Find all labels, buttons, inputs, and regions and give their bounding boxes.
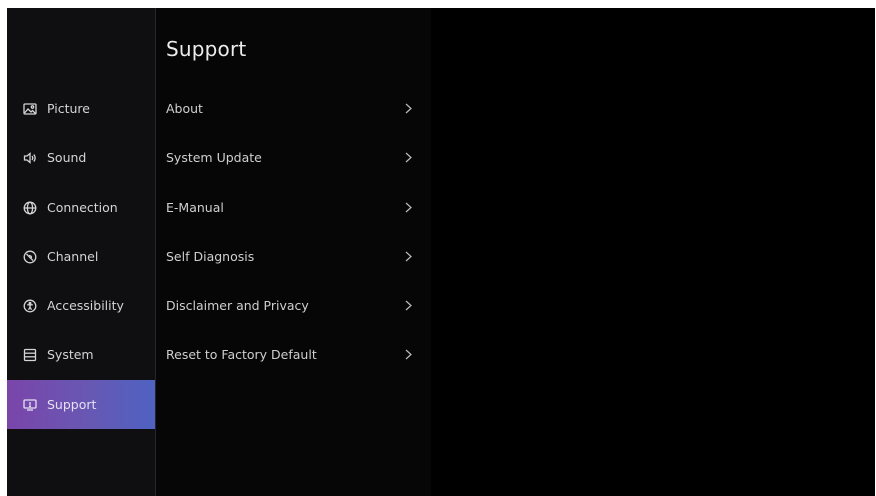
chevron-right-icon (403, 300, 413, 312)
menu-item-reset-factory-default[interactable]: Reset to Factory Default (156, 330, 431, 379)
tv-screen: Picture Sound Connection Channel Accessi… (7, 8, 875, 496)
menu-item-label: E-Manual (166, 200, 224, 215)
menu-item-self-diagnosis[interactable]: Self Diagnosis (156, 232, 431, 281)
globe-icon (23, 201, 37, 215)
accessibility-icon (23, 299, 37, 313)
support-panel: Support About System Update E-Manual Sel… (156, 8, 431, 496)
system-icon (23, 348, 37, 362)
menu-item-system-update[interactable]: System Update (156, 133, 431, 182)
menu-item-label: Disclaimer and Privacy (166, 298, 309, 313)
menu-item-label: Reset to Factory Default (166, 347, 317, 362)
sidebar-item-label: Support (47, 397, 97, 412)
settings-sidebar: Picture Sound Connection Channel Accessi… (7, 8, 156, 496)
sidebar-item-label: Connection (47, 200, 118, 215)
sidebar-item-system[interactable]: System (7, 330, 155, 379)
support-icon (23, 398, 37, 412)
menu-item-about[interactable]: About (156, 84, 431, 133)
sidebar-item-label: System (47, 347, 94, 362)
chevron-right-icon (403, 251, 413, 263)
sidebar-item-label: Picture (47, 101, 90, 116)
menu-item-e-manual[interactable]: E-Manual (156, 183, 431, 232)
sidebar-item-label: Channel (47, 249, 99, 264)
channel-icon (23, 250, 37, 264)
sound-icon (23, 151, 37, 165)
chevron-right-icon (403, 349, 413, 361)
menu-item-label: About (166, 101, 203, 116)
sidebar-item-support[interactable]: Support (7, 380, 155, 429)
picture-icon (23, 102, 37, 116)
sidebar-item-channel[interactable]: Channel (7, 232, 155, 281)
sidebar-item-accessibility[interactable]: Accessibility (7, 281, 155, 330)
panel-title: Support (166, 37, 247, 61)
sidebar-item-connection[interactable]: Connection (7, 183, 155, 232)
sidebar-item-picture[interactable]: Picture (7, 84, 155, 133)
menu-item-label: System Update (166, 150, 262, 165)
chevron-right-icon (403, 103, 413, 115)
sidebar-item-label: Accessibility (47, 298, 124, 313)
menu-item-disclaimer-privacy[interactable]: Disclaimer and Privacy (156, 281, 431, 330)
chevron-right-icon (403, 202, 413, 214)
sidebar-item-label: Sound (47, 150, 87, 165)
sidebar-item-sound[interactable]: Sound (7, 133, 155, 182)
chevron-right-icon (403, 152, 413, 164)
menu-item-label: Self Diagnosis (166, 249, 255, 264)
